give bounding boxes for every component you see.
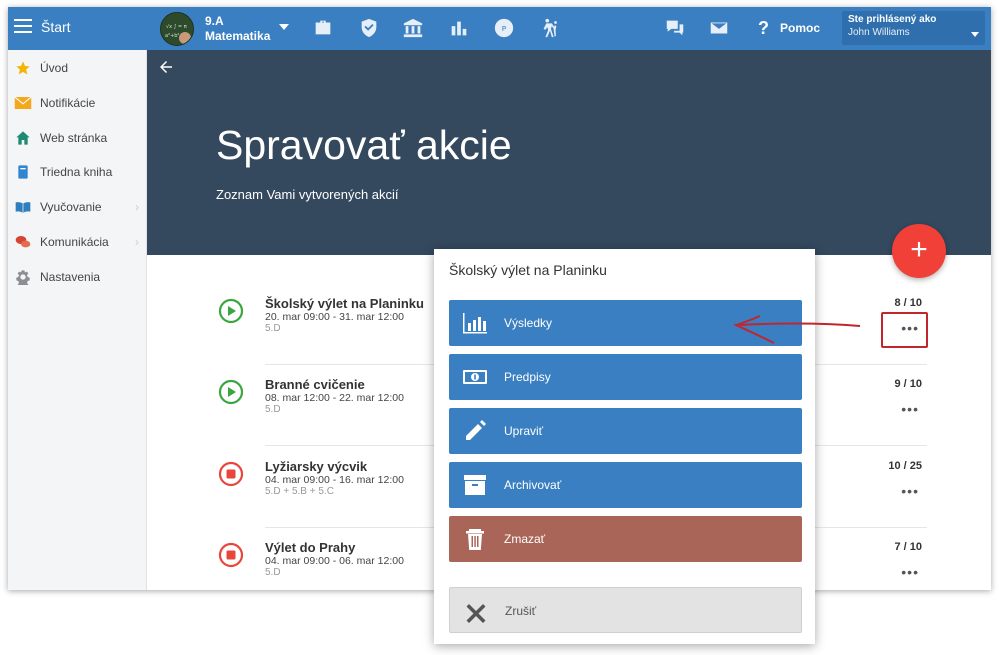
sidebar-item-vyucovanie[interactable]: Vyučovanie › (8, 192, 147, 222)
event-name: Školský výlet na Planinku (265, 296, 424, 311)
results-label: Výsledky (504, 316, 553, 330)
sidebar-item-label: Notifikácie (40, 96, 96, 110)
sidebar-item-triedna-kniha[interactable]: Triedna kniha (8, 157, 147, 187)
mail-icon[interactable] (708, 17, 730, 39)
event-score: 10 / 25 (888, 460, 922, 472)
banknote-icon (462, 365, 488, 389)
regulations-button[interactable]: Predpisy (449, 354, 802, 400)
back-arrow-icon[interactable] (157, 58, 175, 76)
open-book-icon (14, 199, 32, 215)
sidebar-item-web-stranka[interactable]: Web stránka (8, 123, 147, 153)
event-score: 7 / 10 (894, 541, 922, 553)
event-classes: 5.D (265, 323, 281, 334)
sidebar-item-label: Triedna kniha (40, 165, 113, 179)
archive-label: Archivovať (504, 478, 562, 492)
svg-text:P: P (502, 24, 507, 33)
page-subtitle: Zoznam Vami vytvorených akcií (216, 187, 399, 202)
close-icon (463, 599, 489, 623)
event-date: 04. mar 09:00 - 06. mar 12:00 (265, 555, 404, 567)
event-score: 8 / 10 (894, 297, 922, 309)
help-link[interactable]: Pomoc (780, 21, 820, 35)
page-title: Spravovať akcie (216, 122, 512, 168)
sidebar: Úvod Notifikácie Web stránka Triedna kni… (8, 50, 147, 590)
chevron-right-icon: › (135, 200, 139, 214)
hiking-icon[interactable] (539, 17, 561, 39)
more-options-icon[interactable]: ••• (901, 401, 919, 417)
stop-status-icon[interactable] (218, 461, 244, 487)
edit-button[interactable]: Upraviť (449, 408, 802, 454)
start-link[interactable]: Štart (41, 19, 71, 35)
play-status-icon[interactable] (218, 298, 244, 324)
hamburger-menu-icon[interactable] (14, 19, 32, 33)
event-actions-popup: Školský výlet na Planinku Výsledky Predp… (434, 249, 815, 644)
more-options-icon[interactable]: ••• (901, 564, 919, 580)
event-classes: 5.D + 5.B + 5.C (265, 486, 334, 497)
sidebar-item-nastavenia[interactable]: Nastavenia (8, 262, 147, 292)
archive-button[interactable]: Archivovať (449, 462, 802, 508)
stop-status-icon[interactable] (218, 542, 244, 568)
event-score: 9 / 10 (894, 378, 922, 390)
trash-icon (462, 527, 488, 551)
event-name: Výlet do Prahy (265, 540, 356, 555)
event-classes: 5.D (265, 567, 281, 578)
delete-label: Zmazať (504, 532, 546, 546)
book-icon (14, 164, 32, 180)
event-classes: 5.D (265, 404, 281, 415)
sidebar-item-komunikacia[interactable]: Komunikácia › (8, 227, 147, 257)
badge-icon[interactable]: P (493, 17, 515, 39)
class-avatar[interactable]: √x ∫ = π a²+b² y (160, 12, 194, 46)
bar-chart-icon (462, 311, 488, 335)
class-name[interactable]: 9.A (205, 15, 224, 28)
cancel-button[interactable]: Zrušiť (449, 587, 802, 633)
shield-icon[interactable] (358, 17, 380, 39)
event-date: 04. mar 09:00 - 16. mar 12:00 (265, 474, 404, 486)
regulations-label: Predpisy (504, 370, 551, 384)
cancel-label: Zrušiť (505, 604, 537, 618)
chevron-right-icon: › (135, 235, 139, 249)
sidebar-item-label: Vyučovanie (40, 200, 102, 214)
help-icon[interactable]: ? (758, 18, 769, 39)
user-title: Ste prihlásený ako (848, 14, 937, 25)
sidebar-item-notifikacie[interactable]: Notifikácie (8, 88, 147, 118)
annotation-highlight-box (881, 312, 928, 348)
sidebar-item-uvod[interactable]: Úvod (8, 53, 147, 83)
sidebar-item-label: Web stránka (40, 131, 108, 145)
sidebar-item-label: Úvod (40, 61, 69, 75)
chat-icon (14, 234, 32, 250)
bar-chart-icon[interactable] (448, 17, 470, 39)
play-status-icon[interactable] (218, 379, 244, 405)
chat-bubbles-icon[interactable] (664, 17, 686, 39)
svg-text:√x ∫ = π: √x ∫ = π (166, 24, 187, 30)
page-header: Spravovať akcie Zoznam Vami vytvorených … (147, 50, 991, 255)
sidebar-item-label: Nastavenia (40, 270, 101, 284)
class-dropdown-caret-icon[interactable] (279, 24, 289, 30)
edit-label: Upraviť (504, 424, 544, 438)
add-event-button[interactable]: + (892, 224, 946, 278)
event-name: Lyžiarsky výcvik (265, 459, 368, 474)
user-dropdown-caret-icon[interactable] (971, 32, 979, 37)
top-bar: Štart √x ∫ = πa²+b² y 9.A Matematika P (8, 7, 991, 50)
institution-icon[interactable] (402, 17, 424, 39)
envelope-icon (14, 95, 32, 111)
briefcase-icon[interactable] (312, 17, 334, 39)
event-name: Branné cvičenie (265, 377, 365, 392)
sidebar-item-label: Komunikácia (40, 235, 109, 249)
annotation-arrow-icon (733, 315, 861, 344)
archive-box-icon (462, 473, 488, 497)
event-date: 20. mar 09:00 - 31. mar 12:00 (265, 311, 404, 323)
gear-icon (14, 269, 32, 288)
star-icon (14, 60, 32, 76)
delete-button[interactable]: Zmazať (449, 516, 802, 562)
more-options-icon[interactable]: ••• (901, 483, 919, 499)
popup-title: Školský výlet na Planinku (449, 262, 607, 278)
event-date: 08. mar 12:00 - 22. mar 12:00 (265, 392, 404, 404)
pencil-icon (462, 419, 488, 443)
home-icon (14, 130, 32, 146)
user-name: John Williams (848, 27, 910, 38)
user-menu[interactable]: Ste prihlásený ako John Williams (842, 11, 985, 45)
class-subject[interactable]: Matematika (205, 29, 270, 43)
